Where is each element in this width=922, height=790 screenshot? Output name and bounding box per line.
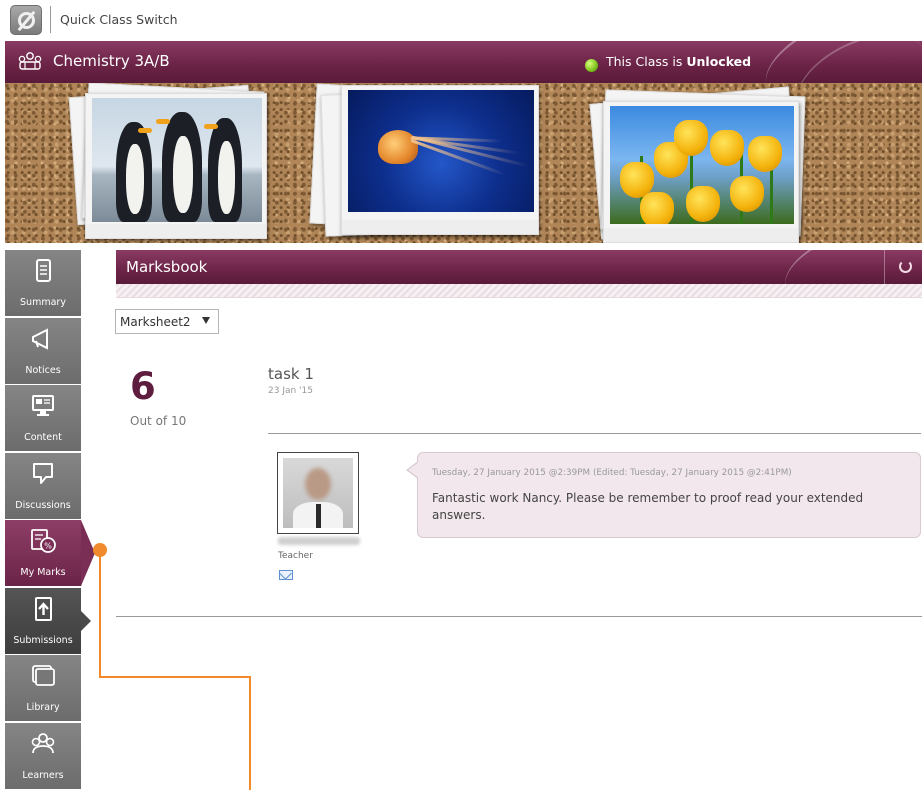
score-value: 6 <box>130 365 156 408</box>
divider <box>116 616 922 617</box>
comment-timestamp: Tuesday, 27 January 2015 @2:39PM (Edited… <box>432 468 792 478</box>
refresh-icon <box>899 260 912 273</box>
sidebar-item-label: Notices <box>25 364 61 376</box>
marksheet-select[interactable]: Marksheet2 <box>115 309 219 334</box>
photo-penguins <box>85 93 267 239</box>
sidebar-item-label: Library <box>26 702 60 713</box>
speech-bubble-icon <box>33 462 53 484</box>
people-icon <box>31 732 55 753</box>
class-group-icon <box>18 52 42 70</box>
photo-jellyfish <box>341 85 539 235</box>
sidebar-item-my-marks[interactable]: % My Marks <box>5 520 95 586</box>
mail-icon[interactable] <box>279 570 293 580</box>
sidebar-item-library[interactable]: Library <box>5 655 81 721</box>
sidebar-item-content[interactable]: Content <box>5 385 81 451</box>
teacher-name-redacted <box>278 537 360 545</box>
refresh-button[interactable] <box>884 250 922 284</box>
sidebar-item-label: Learners <box>22 769 64 781</box>
upload-icon <box>35 596 52 621</box>
task-date: 23 Jan '15 <box>268 386 313 396</box>
comment-text: Fantastic work Nancy. Please be remember… <box>432 491 864 522</box>
class-banner <box>5 83 922 243</box>
comment-bubble: Tuesday, 27 January 2015 @2:39PM (Edited… <box>406 452 921 538</box>
header-stripe <box>116 284 922 298</box>
app-logo-icon[interactable] <box>10 5 42 35</box>
sidebar-item-notices[interactable]: Notices <box>5 317 81 384</box>
divider <box>50 6 51 33</box>
status-indicator-icon <box>585 59 598 72</box>
top-bar: Quick Class Switch <box>0 0 922 40</box>
megaphone-icon <box>32 327 48 350</box>
sidebar-item-label: Submissions <box>13 634 73 646</box>
quick-class-switch-link[interactable]: Quick Class Switch <box>60 12 178 27</box>
marks-icon: % <box>31 529 56 553</box>
sidebar-item-label: Summary <box>20 297 66 308</box>
marksheet-select-value: Marksheet2 <box>120 315 191 329</box>
monitor-icon <box>32 395 54 416</box>
divider <box>268 433 921 434</box>
sidebar-item-label: My Marks <box>20 567 66 578</box>
sidebar-item-label: Content <box>24 432 62 443</box>
sidebar-item-discussions[interactable]: Discussions <box>5 452 81 519</box>
score-out-of: Out of 10 <box>130 414 187 428</box>
class-lock-status: This Class is Unlocked <box>606 54 752 69</box>
library-icon <box>32 665 55 686</box>
sidebar-item-label: Discussions <box>15 499 71 511</box>
page-title: Marksbook <box>126 258 208 276</box>
sidebar-item-learners[interactable]: Learners <box>5 722 81 789</box>
callout-line <box>99 676 251 678</box>
task-title: task 1 <box>268 365 314 383</box>
summary-icon <box>36 259 51 282</box>
chevron-down-icon <box>202 317 210 324</box>
class-header: Chemistry 3A/B This Class is Unlocked <box>5 41 922 83</box>
callout-line <box>249 676 251 790</box>
sidebar-item-summary[interactable]: Summary <box>5 250 81 316</box>
svg-text:%: % <box>44 542 52 551</box>
author-role: Teacher <box>278 551 313 561</box>
sidebar-nav: Summary Notices Content Discussions % My… <box>5 250 95 790</box>
avatar <box>277 452 359 534</box>
class-title: Chemistry 3A/B <box>53 52 170 70</box>
sidebar-item-submissions[interactable]: Submissions <box>5 587 91 654</box>
callout-marker <box>93 543 107 557</box>
marksbook-header: Marksbook <box>116 250 922 284</box>
callout-line <box>99 556 101 678</box>
photo-tulips <box>603 101 799 243</box>
